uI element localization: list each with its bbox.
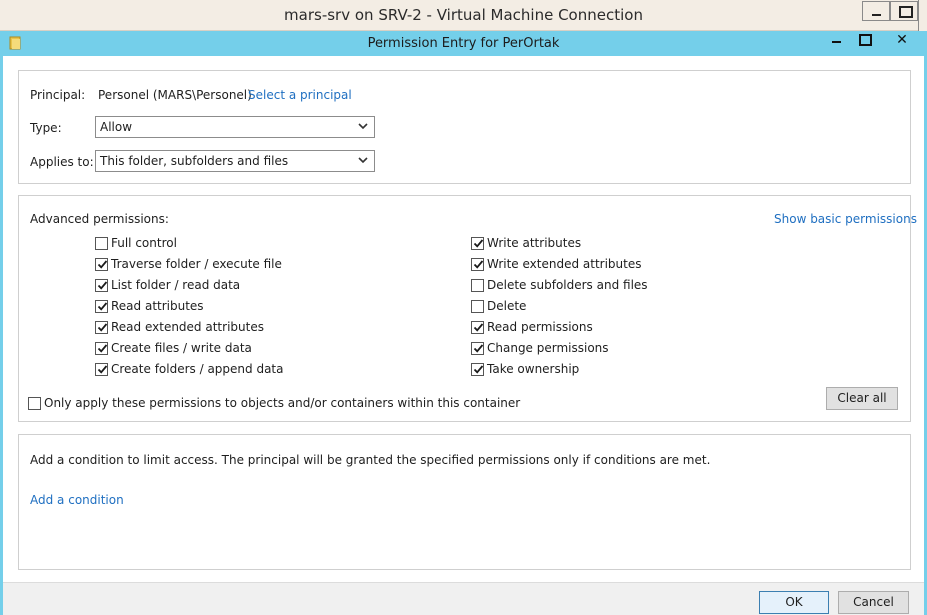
checkbox[interactable] (471, 257, 484, 271)
perm-create-folders[interactable]: Create folders / append data (95, 362, 283, 376)
checkbox[interactable] (95, 320, 108, 334)
checkmark-icon (473, 238, 484, 248)
checkmark-icon (97, 301, 108, 311)
applies-to-select-value: This folder, subfolders and files (100, 154, 289, 168)
checkbox[interactable] (95, 257, 108, 271)
checkbox[interactable] (471, 341, 484, 355)
vm-window-edge (918, 0, 927, 31)
select-principal-link[interactable]: Select a principal (248, 88, 352, 102)
perm-label: Delete (487, 299, 527, 313)
checkmark-icon (473, 259, 484, 269)
cancel-button[interactable]: Cancel (838, 591, 909, 614)
dialog-close-button[interactable]: ✕ (877, 31, 927, 50)
dialog-title: Permission Entry for PerOrtak (367, 36, 560, 51)
chevron-down-icon (358, 123, 368, 130)
perm-label: Change permissions (487, 341, 609, 355)
folder-icon (9, 36, 21, 50)
checkmark-icon (97, 322, 108, 332)
checkmark-icon (473, 343, 484, 353)
add-condition-link[interactable]: Add a condition (30, 493, 124, 507)
checkmark-icon (97, 343, 108, 353)
principal-value: Personel (MARS\Personel) (98, 88, 252, 102)
checkbox[interactable] (95, 362, 108, 376)
perm-read-extended-attributes[interactable]: Read extended attributes (95, 320, 264, 334)
perm-take-ownership[interactable]: Take ownership (471, 362, 579, 376)
checkbox[interactable] (471, 362, 484, 376)
perm-delete[interactable]: Delete (471, 299, 526, 313)
type-label: Type: (30, 121, 62, 135)
condition-description: Add a condition to limit access. The pri… (30, 453, 711, 467)
checkbox[interactable] (471, 236, 484, 250)
checkmark-icon (97, 259, 108, 269)
perm-label: Read attributes (111, 299, 204, 313)
vm-titlebar: mars-srv on SRV-2 - Virtual Machine Conn… (0, 0, 927, 31)
perm-label: Traverse folder / execute file (111, 257, 282, 271)
perm-change-permissions[interactable]: Change permissions (471, 341, 609, 355)
checkbox[interactable] (95, 236, 108, 250)
close-icon: ✕ (896, 32, 908, 48)
vm-maximize-button[interactable] (890, 1, 918, 21)
perm-write-extended-attributes[interactable]: Write extended attributes (471, 257, 642, 271)
type-select-value: Allow (100, 120, 133, 134)
perm-label: List folder / read data (111, 278, 241, 292)
perm-label: Read permissions (487, 320, 593, 334)
perm-read-permissions[interactable]: Read permissions (471, 320, 593, 334)
perm-label: Create files / write data (111, 341, 252, 355)
clear-all-button[interactable]: Clear all (826, 387, 898, 410)
checkbox[interactable] (95, 341, 108, 355)
perm-list-folder[interactable]: List folder / read data (95, 278, 240, 292)
perm-label: Read extended attributes (111, 320, 264, 334)
dialog-maximize-button[interactable] (850, 31, 877, 50)
checkbox[interactable] (95, 299, 108, 313)
dialog-titlebar: Permission Entry for PerOrtak (0, 31, 927, 56)
checkbox[interactable] (471, 320, 484, 334)
perm-label: Write extended attributes (487, 257, 642, 271)
advanced-permissions-label: Advanced permissions: (30, 212, 169, 226)
checkmark-icon (473, 364, 484, 374)
dialog-minimize-button[interactable] (823, 31, 850, 50)
perm-label: Write attributes (487, 236, 582, 250)
perm-label: Create folders / append data (111, 362, 284, 376)
checkmark-icon (97, 364, 108, 374)
show-basic-permissions-link[interactable]: Show basic permissions (774, 212, 917, 226)
perm-create-files[interactable]: Create files / write data (95, 341, 252, 355)
principal-label: Principal: (30, 88, 86, 102)
vm-minimize-button[interactable] (862, 1, 890, 21)
chevron-down-icon (358, 157, 368, 164)
checkbox[interactable] (471, 278, 484, 292)
checkbox[interactable] (28, 396, 41, 410)
perm-label: Take ownership (487, 362, 580, 376)
vm-window-title: mars-srv on SRV-2 - Virtual Machine Conn… (284, 6, 643, 24)
applies-to-label: Applies to: (30, 155, 94, 169)
type-select[interactable]: Allow (95, 116, 375, 138)
perm-write-attributes[interactable]: Write attributes (471, 236, 581, 250)
ok-button[interactable]: OK (759, 591, 829, 614)
perm-full-control[interactable]: Full control (95, 236, 177, 250)
perm-traverse-folder[interactable]: Traverse folder / execute file (95, 257, 282, 271)
only-apply-checkbox[interactable]: Only apply these permissions to objects … (28, 396, 520, 410)
checkmark-icon (473, 322, 484, 332)
perm-label: Full control (111, 236, 177, 250)
checkbox[interactable] (95, 278, 108, 292)
checkbox[interactable] (471, 299, 484, 313)
perm-delete-subfolders[interactable]: Delete subfolders and files (471, 278, 648, 292)
perm-label: Delete subfolders and files (487, 278, 648, 292)
checkmark-icon (97, 280, 108, 290)
only-apply-label: Only apply these permissions to objects … (44, 396, 521, 410)
applies-to-select[interactable]: This folder, subfolders and files (95, 150, 375, 172)
perm-read-attributes[interactable]: Read attributes (95, 299, 204, 313)
